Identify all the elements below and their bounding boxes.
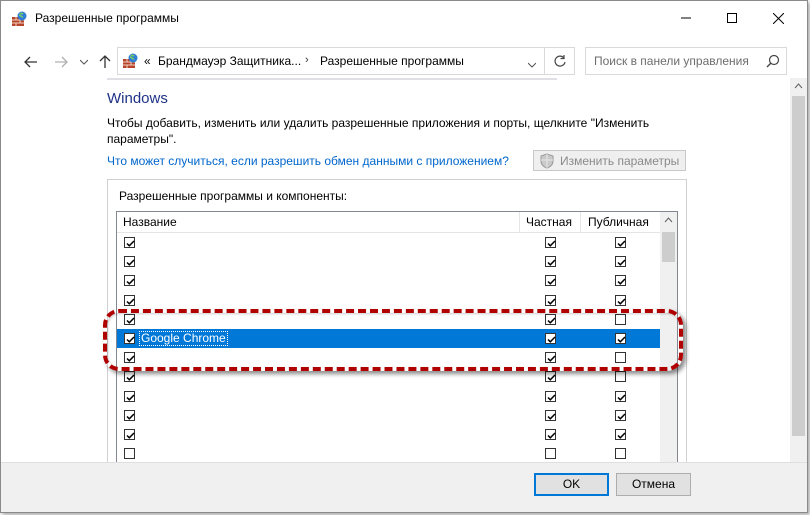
table-row[interactable] (117, 387, 661, 406)
public-network-checkbox[interactable] (615, 371, 626, 383)
private-network-checkbox[interactable] (545, 448, 556, 460)
table-row[interactable] (117, 425, 661, 444)
refresh-icon (553, 55, 566, 67)
table-row[interactable] (117, 271, 661, 290)
app-enabled-checkbox[interactable] (124, 429, 135, 440)
app-enabled-checkbox[interactable] (124, 371, 135, 383)
up-button[interactable] (95, 52, 115, 72)
minimize-icon (681, 17, 691, 19)
scroll-up-icon (794, 83, 803, 89)
cut-off-text-line (107, 78, 557, 86)
public-network-checkbox[interactable] (615, 237, 626, 248)
back-button[interactable] (21, 52, 41, 72)
column-name[interactable]: Название (123, 212, 177, 232)
public-network-checkbox[interactable] (615, 409, 626, 421)
chevron-down-icon (80, 59, 88, 65)
breadcrumb-separator-icon[interactable]: › (305, 54, 309, 66)
firewall-icon (122, 53, 138, 69)
private-network-checkbox[interactable] (545, 409, 556, 421)
column-private[interactable]: Частная (526, 212, 572, 232)
column-separator[interactable] (580, 212, 581, 232)
column-public[interactable]: Публичная (588, 212, 649, 232)
risk-help-link[interactable]: Что может случиться, если разрешить обме… (107, 154, 509, 168)
app-enabled-checkbox[interactable] (124, 294, 135, 306)
ok-button[interactable]: OK (534, 473, 609, 496)
public-network-checkbox[interactable] (615, 448, 626, 460)
table-row[interactable] (117, 252, 661, 271)
allowed-apps-window: Разрешенные программы « Брандмауэр Защит… (0, 0, 808, 513)
title-bar[interactable]: Разрешенные программы (1, 1, 807, 35)
highlight-annotation (103, 309, 683, 371)
table-row[interactable] (117, 444, 661, 462)
breadcrumb-overflow[interactable]: « (144, 54, 151, 68)
search-icon[interactable] (766, 54, 780, 71)
window-scrollbar[interactable] (790, 78, 807, 462)
group-label: Разрешенные программы и компоненты: (119, 189, 348, 203)
public-network-checkbox[interactable] (615, 390, 626, 402)
public-network-checkbox[interactable] (615, 429, 626, 440)
table-row[interactable] (117, 406, 661, 425)
maximize-icon (727, 13, 737, 23)
address-bar[interactable]: « Брандмауэр Защитника... › Разрешенные … (117, 47, 575, 75)
arrow-up-icon (99, 55, 111, 68)
arrow-right-icon (55, 56, 68, 68)
description-text: Чтобы добавить, изменить или удалить раз… (107, 116, 650, 146)
list-scrollbar-thumb[interactable] (662, 232, 675, 262)
private-network-checkbox[interactable] (545, 294, 556, 306)
private-network-checkbox[interactable] (545, 237, 556, 248)
close-button[interactable] (755, 1, 801, 35)
app-enabled-checkbox[interactable] (124, 448, 135, 460)
refresh-button[interactable] (544, 47, 575, 75)
app-enabled-checkbox[interactable] (124, 390, 135, 402)
forward-button[interactable] (51, 52, 71, 72)
cancel-button[interactable]: Отмена (616, 473, 691, 496)
app-enabled-checkbox[interactable] (124, 256, 135, 268)
firewall-icon (11, 11, 27, 27)
search-box[interactable]: Поиск в панели управления (585, 47, 787, 75)
maximize-button[interactable] (709, 1, 755, 35)
private-network-checkbox[interactable] (545, 256, 556, 268)
change-settings-button[interactable]: Изменить параметры (533, 150, 686, 171)
page-heading: Windows (107, 90, 168, 107)
change-settings-label: Изменить параметры (560, 154, 680, 168)
arrow-left-icon (24, 56, 37, 68)
window-scrollbar-thumb[interactable] (792, 96, 805, 436)
address-dropdown-button[interactable] (527, 57, 537, 71)
search-placeholder: Поиск в панели управления (594, 54, 749, 68)
recent-locations-button[interactable] (74, 52, 94, 72)
breadcrumb-allowed-apps[interactable]: Разрешенные программы (320, 54, 464, 68)
navigation-bar: « Брандмауэр Защитника... › Разрешенные … (1, 44, 807, 78)
table-row[interactable] (117, 233, 661, 252)
main-content: Windows Чтобы добавить, изменить или уда… (1, 78, 807, 462)
table-row[interactable] (117, 291, 661, 310)
chevron-down-icon (527, 62, 537, 68)
column-separator[interactable] (519, 212, 520, 232)
scroll-up-icon (664, 217, 673, 223)
private-network-checkbox[interactable] (545, 429, 556, 440)
breadcrumb-firewall[interactable]: Брандмауэр Защитника... (158, 54, 301, 68)
window-title: Разрешенные программы (35, 11, 179, 25)
minimize-button[interactable] (663, 1, 709, 35)
close-icon (772, 12, 784, 24)
public-network-checkbox[interactable] (615, 294, 626, 306)
dialog-footer: OK Отмена (1, 462, 807, 512)
app-enabled-checkbox[interactable] (124, 409, 135, 421)
public-network-checkbox[interactable] (615, 256, 626, 268)
public-network-checkbox[interactable] (615, 275, 626, 287)
app-enabled-checkbox[interactable] (124, 275, 135, 287)
uac-shield-icon (540, 153, 554, 172)
list-header: Название Частная Публичная (117, 212, 661, 233)
app-enabled-checkbox[interactable] (124, 237, 135, 248)
private-network-checkbox[interactable] (545, 390, 556, 402)
private-network-checkbox[interactable] (545, 371, 556, 383)
private-network-checkbox[interactable] (545, 275, 556, 287)
